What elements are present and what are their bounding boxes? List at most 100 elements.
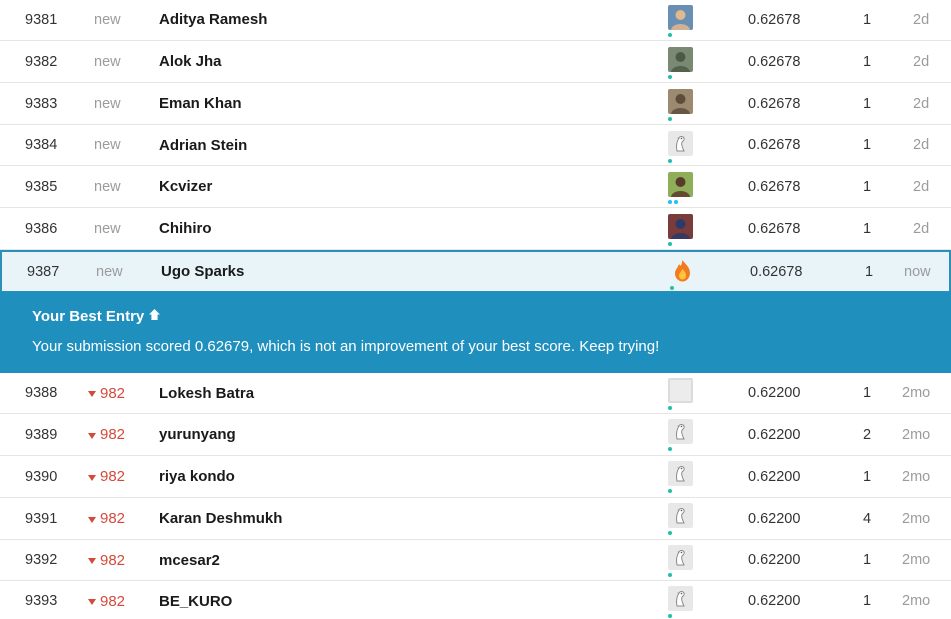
leaderboard-row[interactable]: 9383 new Eman Khan 0.62678 1 2d: [0, 83, 951, 125]
entries-count-cell: 1: [863, 385, 872, 401]
tier-dots: [668, 75, 672, 79]
team-name-link[interactable]: Aditya Ramesh: [159, 0, 267, 40]
entries-count-cell: 2: [863, 426, 872, 443]
rank-down-icon: [88, 432, 96, 439]
entries-count-cell: 1: [865, 263, 874, 280]
score-cell: 0.62678: [748, 11, 801, 28]
rank-down-icon: [88, 474, 96, 481]
entries-count-cell: 1: [863, 11, 872, 28]
leaderboard-row[interactable]: 9384 new Adrian Stein 0.62678 1 2d: [0, 125, 951, 166]
team-name-link[interactable]: Alok Jha: [159, 41, 222, 82]
score-cell: 0.62200: [748, 468, 801, 485]
team-avatar-cell: [668, 83, 694, 124]
leaderboard-row[interactable]: 9393 982 BE_KURO 0.62200 1 2mo: [0, 581, 951, 619]
tier-dot: [668, 489, 672, 493]
team-name-link[interactable]: mcesar2: [159, 540, 220, 580]
team-avatar-cell: [668, 41, 694, 82]
default-goose-avatar[interactable]: [668, 586, 693, 611]
default-goose-avatar[interactable]: [668, 131, 693, 156]
team-name-link[interactable]: Chihiro: [159, 208, 212, 249]
photo-avatar[interactable]: [668, 172, 693, 197]
best-entry-title-text: Your Best Entry: [32, 308, 145, 325]
rank-change-cell: 982: [88, 540, 125, 580]
photo-avatar[interactable]: [668, 5, 693, 30]
leaderboard-row[interactable]: 9392 982 mcesar2 0.62200 1 2mo: [0, 540, 951, 581]
team-name-link[interactable]: Lokesh Batra: [159, 373, 254, 413]
last-submission-cell: 2d: [913, 137, 930, 153]
rank-cell: 9383: [25, 95, 58, 112]
score-cell: 0.62200: [748, 426, 801, 443]
leaderboard-row[interactable]: 9386 new Chihiro 0.62678 1 2d: [0, 208, 951, 250]
rank-cell: 9392: [25, 552, 58, 568]
rank-cell: 9387: [27, 263, 60, 280]
team-name-link[interactable]: Adrian Stein: [159, 125, 247, 165]
rank-cell: 9391: [25, 510, 58, 527]
last-submission-cell: now: [904, 263, 931, 280]
leaderboard-row[interactable]: 9381 new Aditya Ramesh 0.62678 1 2d: [0, 0, 951, 41]
leaderboard-row[interactable]: 9382 new Alok Jha 0.62678 1 2d: [0, 41, 951, 83]
rank-down-icon: [88, 516, 96, 523]
score-cell: 0.62200: [748, 552, 801, 568]
rank-down-icon: [88, 391, 96, 397]
score-cell: 0.62200: [748, 593, 801, 609]
rank-cell: 9390: [25, 468, 58, 485]
tier-dot: [668, 159, 672, 163]
rank-change-value: 982: [100, 468, 126, 485]
team-name-link[interactable]: Eman Khan: [159, 83, 242, 124]
tier-dots: [668, 242, 672, 246]
rank-change-cell: 982: [88, 414, 125, 455]
tier-dots: [670, 286, 674, 290]
photo-avatar[interactable]: [668, 47, 693, 72]
default-goose-avatar[interactable]: [668, 419, 693, 444]
last-submission-cell: 2d: [913, 95, 930, 112]
leaderboard-row[interactable]: 9389 982 yurunyang 0.62200 2 2mo: [0, 414, 951, 456]
photo-avatar[interactable]: [668, 214, 693, 239]
team-name-link[interactable]: riya kondo: [159, 456, 235, 497]
leaderboard-row[interactable]: 9390 982 riya kondo 0.62200 1 2mo: [0, 456, 951, 498]
tier-dots: [668, 117, 672, 121]
leaderboard-row[interactable]: 9385 new Kcvizer 0.62678 1 2d: [0, 166, 951, 208]
last-submission-cell: 2d: [913, 178, 930, 195]
leaderboard-row[interactable]: 9388 982 Lokesh Batra 0.62200 1 2mo: [0, 373, 951, 414]
last-submission-cell: 2mo: [902, 426, 931, 443]
rank-cell: 9382: [25, 53, 58, 70]
tier-dots: [668, 447, 672, 451]
tier-dot: [670, 286, 674, 290]
tier-dots: [668, 200, 678, 204]
blank-avatar[interactable]: [668, 378, 693, 403]
rank-down-icon: [88, 558, 96, 564]
entries-count-cell: 1: [863, 552, 872, 568]
last-submission-cell: 2d: [913, 11, 930, 28]
team-name-link[interactable]: Ugo Sparks: [161, 252, 244, 291]
tier-dot: [668, 33, 672, 37]
rank-change-cell: 982: [88, 456, 125, 497]
default-goose-avatar[interactable]: [668, 461, 693, 486]
team-avatar-cell: [670, 252, 696, 291]
score-cell: 0.62678: [750, 263, 803, 280]
team-name-link[interactable]: yurunyang: [159, 414, 236, 455]
rank-cell: 9381: [25, 11, 58, 28]
best-entry-banner: Your Best Entry Your submission scored 0…: [0, 292, 951, 373]
leaderboard-row[interactable]: 9391 982 Karan Deshmukh 0.62200 4 2mo: [0, 498, 951, 540]
tier-dot: [668, 75, 672, 79]
tier-dots: [668, 33, 672, 37]
team-name-link[interactable]: Kcvizer: [159, 166, 212, 207]
leaderboard-row-current[interactable]: 9387 new Ugo Sparks 0.62678 1 now: [0, 250, 951, 293]
default-goose-avatar[interactable]: [668, 503, 693, 528]
team-avatar-cell: [668, 166, 694, 207]
entries-count-cell: 1: [863, 468, 872, 485]
entries-count-cell: 1: [863, 137, 872, 153]
rank-cell: 9384: [25, 137, 58, 153]
team-avatar-cell: [668, 581, 694, 619]
default-goose-avatar[interactable]: [668, 545, 693, 570]
tier-dots: [668, 614, 672, 618]
tier-dot: [674, 200, 678, 204]
team-name-link[interactable]: BE_KURO: [159, 581, 232, 619]
flame-avatar[interactable]: [670, 258, 695, 283]
team-name-link[interactable]: Karan Deshmukh: [159, 498, 282, 539]
photo-avatar[interactable]: [668, 89, 693, 114]
tier-dot: [668, 531, 672, 535]
rank-change-cell: new: [94, 95, 121, 112]
team-avatar-cell: [668, 456, 694, 497]
rank-change-cell: new: [94, 11, 121, 28]
